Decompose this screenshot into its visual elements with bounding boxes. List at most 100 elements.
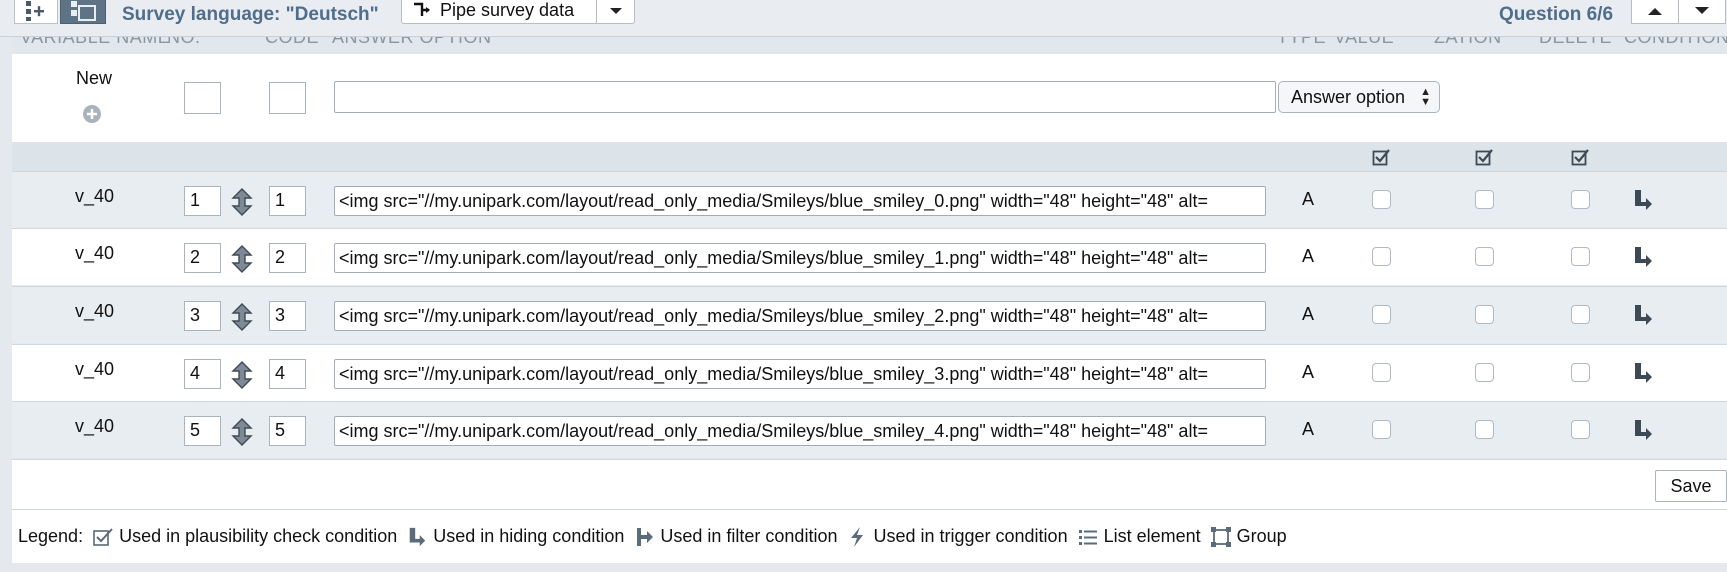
pipe-survey-data-button[interactable]: Pipe survey data: [402, 0, 596, 23]
answer-type-select[interactable]: Answer option ▲ ▼: [1278, 81, 1440, 113]
table-row: v_40 2 2 <img src="//my.unipark.com/layo…: [12, 228, 1727, 285]
checkbox[interactable]: [1571, 247, 1590, 266]
legend-plausibility-label: Used in plausibility check condition: [119, 526, 398, 546]
checkbox[interactable]: [1571, 190, 1590, 209]
checkbox[interactable]: [1475, 190, 1494, 209]
answer-text-input[interactable]: <img src="//my.unipark.com/layout/read_o…: [334, 416, 1266, 446]
hiding-condition-icon[interactable]: [1632, 303, 1654, 327]
code-input[interactable]: 3: [269, 301, 306, 331]
arrow-down-icon: [1695, 6, 1709, 14]
hiding-condition-icon[interactable]: [1632, 361, 1654, 385]
no-input[interactable]: 3: [184, 301, 221, 331]
no-input[interactable]: 1: [184, 186, 221, 216]
question-counter: Question 6/6: [1499, 4, 1614, 25]
sort-handle-icon[interactable]: [231, 303, 253, 331]
checkbox[interactable]: [1475, 247, 1494, 266]
checkbox[interactable]: [1475, 420, 1494, 439]
legend-trigger-label: Used in trigger condition: [873, 526, 1068, 546]
no-input[interactable]: 4: [184, 359, 221, 389]
checkbox[interactable]: [1372, 247, 1391, 266]
hiding-condition-icon[interactable]: [1632, 245, 1654, 269]
new-no-input[interactable]: [184, 82, 221, 114]
table-row: v_40 4 4 <img src="//my.unipark.com/layo…: [12, 344, 1727, 401]
checkbox[interactable]: [1372, 305, 1391, 324]
table-row: v_40 5 5 <img src="//my.unipark.com/layo…: [12, 401, 1727, 458]
table-row: v_40 3 3 <img src="//my.unipark.com/layo…: [12, 286, 1727, 343]
code-input[interactable]: 2: [269, 243, 306, 273]
hiding-condition-icon: [405, 525, 429, 549]
type-value: A: [1302, 419, 1315, 439]
select-all-row: [12, 142, 1727, 171]
checkbox[interactable]: [1475, 305, 1494, 324]
checkbox[interactable]: [1372, 420, 1391, 439]
select-all-check-icon[interactable]: [1571, 148, 1589, 166]
col-type: TYPE: [1277, 37, 1327, 47]
next-question-button[interactable]: [1678, 0, 1726, 24]
pipe-icon: [412, 2, 432, 20]
variable-name: v_40: [75, 301, 115, 321]
select-arrows-icon: ▲ ▼: [1420, 86, 1431, 108]
type-value: A: [1302, 362, 1315, 382]
add-element-button[interactable]: [14, 0, 58, 24]
no-input[interactable]: 5: [184, 416, 221, 446]
survey-language-label: Survey language: "Deutsch": [122, 4, 379, 25]
structure-icon: [71, 0, 96, 21]
code-input[interactable]: 5: [269, 416, 306, 446]
variable-name: v_40: [75, 416, 115, 436]
hiding-condition-icon[interactable]: [1632, 418, 1654, 442]
variable-name: v_40: [75, 186, 115, 206]
col-no: NO.: [167, 37, 201, 47]
previous-question-button[interactable]: [1631, 0, 1679, 24]
caret-down-icon: [609, 7, 622, 14]
no-input[interactable]: 2: [184, 243, 221, 273]
save-row: Save: [12, 459, 1727, 509]
sort-handle-icon[interactable]: [231, 418, 253, 446]
checkbox[interactable]: [1571, 420, 1590, 439]
lightning-icon: [845, 525, 869, 549]
legend-title: Legend:: [18, 526, 84, 546]
answer-type-select-value: Answer option: [1291, 86, 1406, 107]
code-input[interactable]: 4: [269, 359, 306, 389]
col-condition: CONDITION: [1624, 37, 1727, 47]
new-answer-text-input[interactable]: [334, 81, 1276, 113]
pipe-survey-data-dropdown[interactable]: Pipe survey data: [401, 0, 635, 24]
arrow-up-icon: [1648, 7, 1662, 15]
table-row: v_40 1 1 <img src="//my.unipark.com/layo…: [12, 171, 1727, 228]
legend-hiding-label: Used in hiding condition: [433, 526, 625, 546]
add-list-icon: [26, 0, 44, 21]
checkbox[interactable]: [1372, 363, 1391, 382]
save-button[interactable]: Save: [1655, 470, 1727, 502]
col-code: CODE: [265, 37, 320, 47]
answer-text-input[interactable]: <img src="//my.unipark.com/layout/read_o…: [334, 186, 1266, 216]
col-variable-name: VARIABLE NAME: [20, 37, 171, 47]
checkbox[interactable]: [1571, 305, 1590, 324]
legend-group-label: Group: [1236, 526, 1287, 546]
pipe-survey-data-label: Pipe survey data: [440, 0, 575, 20]
select-all-check-icon[interactable]: [1475, 148, 1493, 166]
select-all-check-icon[interactable]: [1372, 148, 1390, 166]
type-value: A: [1302, 189, 1315, 209]
pipe-dropdown-toggle[interactable]: [596, 0, 634, 23]
col-delete: DELETE: [1539, 37, 1613, 47]
code-input[interactable]: 1: [269, 186, 306, 216]
add-icon[interactable]: [82, 104, 102, 124]
group-icon: [1209, 525, 1233, 549]
checkbox[interactable]: [1475, 363, 1494, 382]
hiding-condition-icon[interactable]: [1632, 188, 1654, 212]
sort-handle-icon[interactable]: [231, 245, 253, 273]
sort-handle-icon[interactable]: [231, 361, 253, 389]
answer-text-input[interactable]: <img src="//my.unipark.com/layout/read_o…: [334, 301, 1266, 331]
legend: Legend: Used in plausibility check condi…: [12, 509, 1727, 563]
col-answer-option: ANSWER OPTION: [332, 37, 492, 47]
new-code-input[interactable]: [269, 82, 306, 114]
checkbox[interactable]: [1571, 363, 1590, 382]
new-label: New: [76, 68, 113, 88]
variable-name: v_40: [75, 243, 115, 263]
answer-text-input[interactable]: <img src="//my.unipark.com/layout/read_o…: [334, 359, 1266, 389]
checkbox[interactable]: [1372, 190, 1391, 209]
sort-handle-icon[interactable]: [231, 188, 253, 216]
variable-name: v_40: [75, 359, 115, 379]
structure-view-button[interactable]: [60, 0, 106, 24]
list-icon: [1076, 525, 1100, 549]
answer-text-input[interactable]: <img src="//my.unipark.com/layout/read_o…: [334, 243, 1266, 273]
